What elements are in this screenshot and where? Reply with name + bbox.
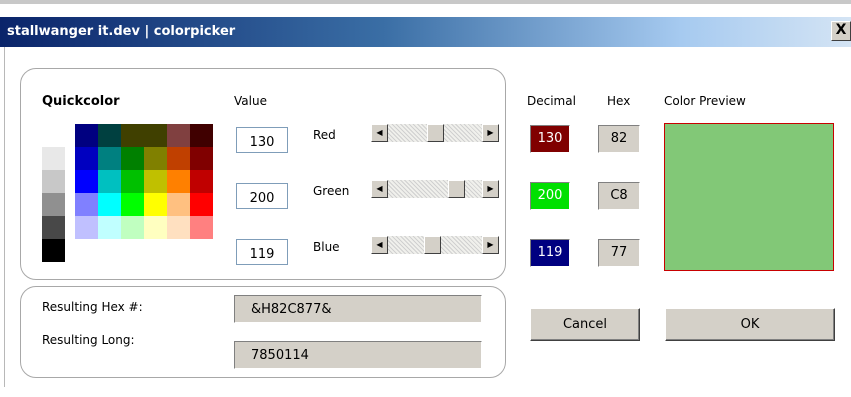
green-scroll-track[interactable] (388, 180, 482, 198)
decimal-header: Decimal (527, 94, 576, 108)
quickcolor-swatch[interactable] (190, 170, 213, 193)
red-decimal: 130 (530, 125, 570, 153)
resulting-hex-field[interactable]: &H82C877& (234, 295, 482, 323)
quickcolor-swatch[interactable] (144, 170, 167, 193)
quickcolor-swatch[interactable] (98, 124, 121, 147)
green-label: Green (313, 184, 350, 198)
color-preview (664, 123, 834, 271)
gray-swatch[interactable] (42, 147, 65, 170)
red-scrollbar[interactable]: ◀ ▶ (371, 124, 499, 142)
hex-header: Hex (607, 94, 631, 108)
scroll-right-icon[interactable]: ▶ (482, 236, 499, 254)
quickcolor-swatch[interactable] (144, 193, 167, 216)
value-header: Value (234, 94, 267, 108)
quickcolor-swatch[interactable] (121, 170, 144, 193)
gray-swatch[interactable] (42, 193, 65, 216)
quickcolor-swatch[interactable] (75, 193, 98, 216)
quickcolor-swatch[interactable] (167, 216, 190, 239)
red-scroll-thumb[interactable] (427, 124, 444, 142)
quickcolor-swatch[interactable] (98, 216, 121, 239)
scroll-left-icon[interactable]: ◀ (371, 124, 388, 142)
quickcolor-swatch[interactable] (144, 124, 167, 147)
cancel-button[interactable]: Cancel (530, 308, 640, 341)
quickcolor-swatch[interactable] (75, 170, 98, 193)
red-value-input[interactable]: 130 (236, 127, 288, 153)
green-scroll-thumb[interactable] (448, 180, 465, 198)
resulting-long-field[interactable]: 7850114 (234, 341, 482, 369)
quickcolor-swatch[interactable] (121, 124, 144, 147)
quickcolor-swatch[interactable] (121, 216, 144, 239)
blue-scroll-thumb[interactable] (424, 236, 441, 254)
close-icon: X (835, 22, 847, 38)
gray-swatch[interactable] (42, 216, 65, 239)
quickcolor-swatch[interactable] (75, 147, 98, 170)
resulting-long-label: Resulting Long: (42, 333, 135, 347)
quickcolor-swatch[interactable] (167, 193, 190, 216)
quickcolor-swatch[interactable] (167, 147, 190, 170)
blue-label: Blue (313, 240, 340, 254)
quickcolor-swatch[interactable] (121, 193, 144, 216)
title-bar: stallwanger it.dev | colorpicker X (0, 17, 851, 47)
blue-value-input[interactable]: 119 (236, 239, 288, 265)
quickcolor-swatch[interactable] (190, 193, 213, 216)
quickcolor-swatch[interactable] (75, 124, 98, 147)
scroll-left-icon[interactable]: ◀ (371, 180, 388, 198)
scroll-right-icon[interactable]: ▶ (482, 124, 499, 142)
quickcolor-swatch[interactable] (98, 147, 121, 170)
red-label: Red (313, 128, 336, 142)
green-hex: C8 (598, 182, 640, 210)
quickcolor-swatch[interactable] (167, 124, 190, 147)
resulting-hex-label: Resulting Hex #: (42, 300, 143, 314)
quickcolor-swatch[interactable] (121, 147, 144, 170)
blue-hex: 77 (598, 239, 640, 267)
quickcolor-heading: Quickcolor (42, 94, 120, 109)
quickcolor-swatch[interactable] (75, 216, 98, 239)
blue-scrollbar[interactable]: ◀ ▶ (371, 236, 499, 254)
red-hex: 82 (598, 125, 640, 153)
gray-swatch[interactable] (42, 239, 65, 262)
green-value-input[interactable]: 200 (236, 183, 288, 209)
gray-swatch[interactable] (42, 170, 65, 193)
green-decimal: 200 (530, 182, 570, 210)
scroll-left-icon[interactable]: ◀ (371, 236, 388, 254)
quickcolor-swatch[interactable] (98, 170, 121, 193)
quickcolor-swatch[interactable] (190, 216, 213, 239)
quickcolor-swatch[interactable] (144, 216, 167, 239)
ok-button[interactable]: OK (665, 308, 835, 341)
scroll-right-icon[interactable]: ▶ (482, 180, 499, 198)
top-border (0, 0, 851, 4)
close-button[interactable]: X (831, 21, 851, 41)
quickcolor-swatch[interactable] (167, 170, 190, 193)
color-preview-header: Color Preview (664, 94, 746, 108)
green-scrollbar[interactable]: ◀ ▶ (371, 180, 499, 198)
window-title: stallwanger it.dev | colorpicker (7, 24, 236, 39)
blue-decimal: 119 (530, 239, 570, 267)
quickcolor-swatch[interactable] (190, 124, 213, 147)
quickcolor-swatch[interactable] (190, 147, 213, 170)
window-left-edge (4, 47, 5, 387)
quickcolor-swatch[interactable] (144, 147, 167, 170)
quickcolor-swatch[interactable] (98, 193, 121, 216)
